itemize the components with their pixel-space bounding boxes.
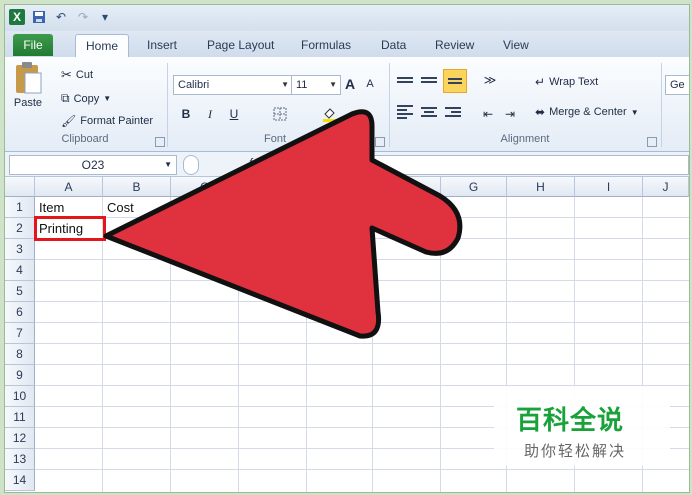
watermark: 百科全说 助你轻松解决: [494, 386, 670, 466]
watermark-title: 百科全说: [516, 405, 625, 435]
watermark-subtitle: 助你轻松解决: [524, 443, 627, 460]
